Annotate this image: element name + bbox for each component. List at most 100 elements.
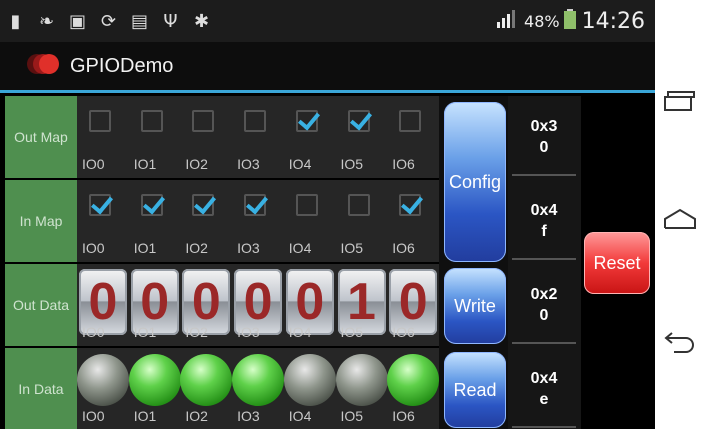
io-label: IO3 — [237, 324, 260, 340]
io-checkbox[interactable] — [89, 194, 111, 216]
sync-icon: ⟳ — [100, 10, 117, 32]
io-label: IO0 — [82, 408, 105, 424]
io-checkbox[interactable] — [192, 110, 215, 132]
io-label: IO1 — [133, 324, 157, 340]
action-bar: GPIODemo — [0, 42, 655, 90]
io-cell: IO3 — [232, 96, 284, 178]
io-cell: 0 IO2 — [180, 264, 232, 346]
io-checkbox[interactable] — [347, 110, 370, 132]
in-data-led — [283, 354, 336, 406]
io-checkbox[interactable] — [244, 110, 267, 132]
io-label: IO4 — [288, 156, 312, 172]
app-title: GPIODemo — [70, 54, 174, 77]
button-strip: Config Write Read — [439, 96, 508, 429]
image-icon: ▣ — [68, 10, 86, 32]
io-checkbox[interactable] — [295, 110, 318, 132]
io-cell: IO0 — [77, 348, 129, 429]
battery-icon — [563, 9, 576, 33]
io-checkbox[interactable] — [192, 194, 215, 216]
row-label: In Data — [5, 348, 77, 429]
battery-percent: 48% — [524, 11, 560, 31]
leaf-icon: ❧ — [38, 10, 55, 32]
io-checkbox[interactable] — [399, 194, 422, 216]
action-bar-divider — [0, 90, 655, 93]
recent-apps-icon[interactable] — [663, 86, 697, 116]
io-cell: IO1 — [128, 348, 181, 429]
in-map-hex: 0x4 f — [512, 182, 576, 260]
io-checkbox[interactable] — [399, 110, 422, 132]
out-map-hex: 0x3 0 — [512, 98, 576, 176]
io-label: IO2 — [185, 408, 208, 424]
io-label: IO6 — [392, 408, 415, 424]
io-label: IO6 — [392, 156, 415, 172]
io-checkbox[interactable] — [89, 110, 111, 132]
usb-debug-icon: Ψ — [163, 10, 178, 32]
io-cell: IO0 — [77, 180, 129, 262]
app-icon[interactable] — [26, 51, 60, 81]
io-cells: IO0 IO1 IO2 IO3 IO4 IO5 IO6 — [77, 96, 439, 178]
reset-button[interactable]: Reset — [584, 232, 650, 294]
row-out-data: Out Data 0 IO0 0 IO1 0 IO2 0 IO3 0 IO4 1 IO5 0 IO6 — [5, 264, 439, 346]
in-data-led — [232, 354, 285, 406]
io-checkbox[interactable] — [347, 194, 370, 216]
row-label: In Map — [5, 180, 77, 262]
in-data-led — [180, 354, 233, 406]
in-data-hex: 0x4 e — [512, 350, 576, 428]
io-label: IO5 — [340, 156, 364, 172]
io-label: IO3 — [237, 240, 260, 256]
app-screen: ▮ ❧ ▣ ⟳ ▤ Ψ ✱ 48% 14:26 GPIODemo Out Map… — [0, 0, 655, 429]
row-out-map: Out Map IO0 IO1 IO2 IO3 IO4 IO5 IO6 — [5, 96, 439, 178]
status-bar: ▮ ❧ ▣ ⟳ ▤ Ψ ✱ 48% 14:26 — [0, 0, 655, 42]
io-label: IO0 — [82, 324, 105, 340]
io-cell: 1 IO5 — [336, 264, 388, 346]
io-label: IO3 — [237, 156, 260, 172]
io-label: IO1 — [133, 240, 157, 256]
row-label: Out Map — [5, 96, 77, 178]
io-label: IO2 — [185, 324, 208, 340]
read-button[interactable]: Read — [444, 352, 506, 428]
io-cell: IO0 — [77, 96, 129, 178]
io-cells: IO0 IO1 IO2 IO3 IO4 IO5 IO6 — [77, 180, 439, 262]
io-label: IO6 — [392, 240, 415, 256]
signal-icon — [496, 10, 518, 32]
home-icon[interactable] — [663, 204, 697, 234]
io-cells: 0 IO0 0 IO1 0 IO2 0 IO3 0 IO4 1 IO5 0 IO6 — [77, 264, 439, 346]
io-label: IO1 — [133, 408, 157, 424]
android-icon: ✱ — [193, 10, 210, 32]
in-data-led — [128, 354, 181, 406]
in-data-led — [335, 354, 388, 406]
io-checkbox[interactable] — [295, 194, 318, 216]
io-checkbox[interactable] — [244, 194, 267, 216]
io-label: IO5 — [340, 324, 364, 340]
io-cell: IO4 — [284, 180, 336, 262]
out-data-hex: 0x2 0 — [512, 266, 576, 344]
row-in-data: In Data IO0 IO1 IO2 IO3 IO4 IO5 IO6 — [5, 348, 440, 429]
io-label: IO4 — [288, 324, 312, 340]
io-label: IO0 — [82, 240, 105, 256]
io-label: IO0 — [82, 156, 105, 172]
io-cell: IO2 — [180, 180, 232, 262]
io-cell: IO1 — [129, 180, 181, 262]
io-label: IO2 — [185, 156, 208, 172]
in-data-led — [387, 354, 440, 406]
io-cell: IO3 — [232, 348, 285, 429]
hex-column: 0x3 0 0x4 f 0x2 0 0x4 e — [508, 96, 581, 429]
row-label: Out Data — [5, 264, 77, 346]
clock: 14:26 — [581, 8, 645, 34]
io-label: IO5 — [340, 408, 364, 424]
io-checkbox[interactable] — [140, 110, 163, 132]
write-button[interactable]: Write — [444, 268, 506, 344]
back-icon[interactable] — [663, 326, 697, 356]
io-cell: IO2 — [180, 348, 233, 429]
io-label: IO3 — [237, 408, 260, 424]
config-button[interactable]: Config — [444, 102, 506, 262]
io-cell: IO4 — [284, 96, 336, 178]
io-label: IO2 — [185, 240, 208, 256]
io-cell: 0 IO0 — [77, 264, 129, 346]
io-cell: IO6 — [387, 180, 439, 262]
io-cell: IO6 — [387, 348, 440, 429]
in-data-led — [77, 354, 129, 406]
io-checkbox[interactable] — [140, 194, 163, 216]
io-label: IO5 — [340, 240, 364, 256]
io-label: IO6 — [392, 324, 415, 340]
